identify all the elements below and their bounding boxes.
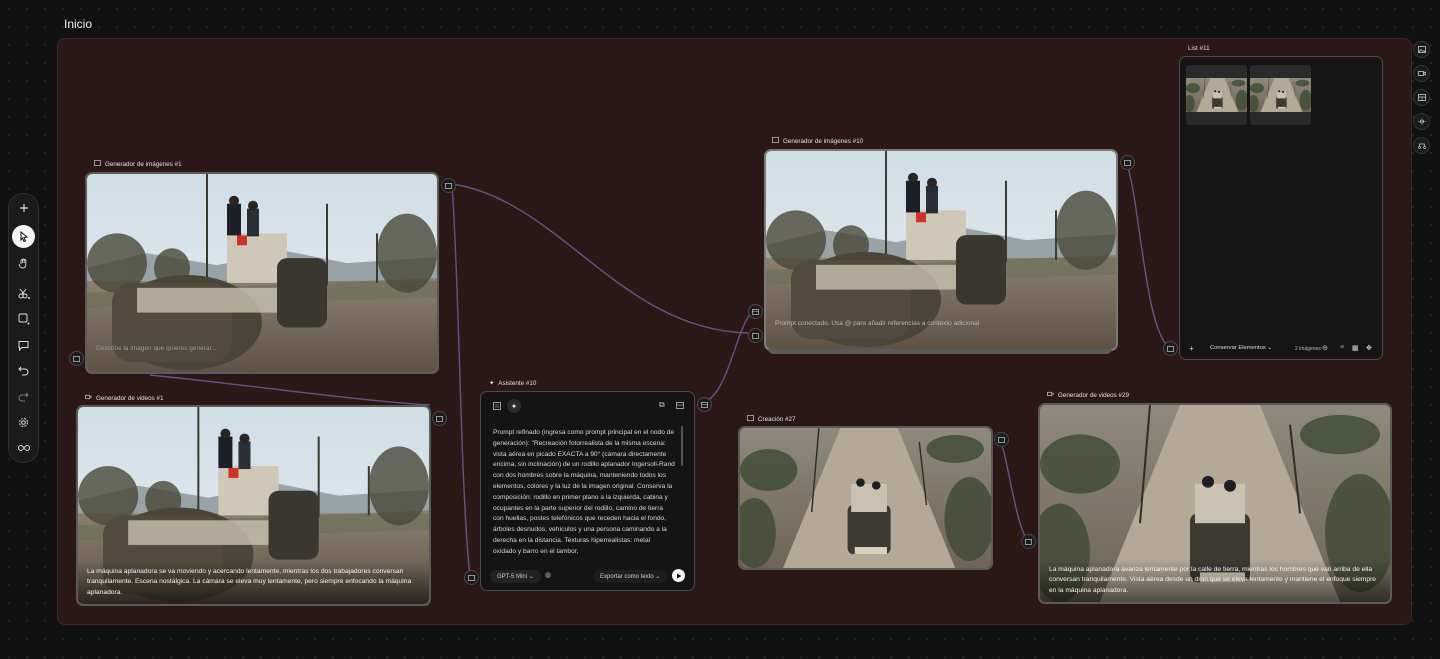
sparkle-icon: ✦ <box>489 380 495 387</box>
prompt-input[interactable]: Describe la imagen que quieres generar..… <box>96 345 217 352</box>
keep-elements-select[interactable]: Conservar Elementos ⌄ <box>1210 345 1272 351</box>
sparkle-icon[interactable]: ✦ <box>507 399 521 413</box>
list-thumbnail[interactable] <box>1250 65 1311 125</box>
plus-icon[interactable] <box>11 197 36 219</box>
creation-node-27[interactable] <box>738 426 993 570</box>
scissors-icon[interactable] <box>11 282 36 304</box>
assistant-bottom-bar: GPT-5 Mini ⌄ ◍ Exportar como texto ⌄ <box>481 566 694 590</box>
node-footer <box>768 349 1112 354</box>
connector-img1-img10 <box>451 183 749 334</box>
output-port-layout-icon[interactable] <box>697 397 712 412</box>
connector-img10-list <box>1125 160 1170 348</box>
output-port-image-icon[interactable] <box>441 178 456 193</box>
video-prompt-text[interactable]: La máquina aplanadora avanza lentamente … <box>1040 558 1390 602</box>
node-label-img10: Generador de imágenes #10 <box>772 137 863 145</box>
layout-icon[interactable] <box>1413 89 1430 106</box>
chevron-down-icon: ⌄ <box>655 574 661 580</box>
audio-icon[interactable] <box>1413 113 1430 130</box>
image-icon[interactable] <box>1413 41 1430 58</box>
globe-icon[interactable]: ◍ <box>545 571 551 579</box>
image-icon <box>772 137 779 145</box>
add-item-icon[interactable]: + <box>1189 344 1194 353</box>
scrollbar[interactable] <box>681 426 683 466</box>
generated-image <box>87 174 437 372</box>
connector-img1-vid1 <box>451 183 471 578</box>
video-icon <box>1047 391 1054 399</box>
video-generator-node-1[interactable]: La máquina aplanadora se va moviendo y a… <box>76 405 431 606</box>
list-node-11[interactable]: + Conservar Elementos ⌄ 2 imágenes ⊖ ≡ ▦… <box>1179 56 1383 360</box>
output-port-image-icon[interactable] <box>1120 155 1135 170</box>
image-count: 2 imágenes <box>1295 346 1321 352</box>
send-button[interactable] <box>672 569 685 582</box>
input-port-image-icon[interactable] <box>748 328 763 343</box>
copy-icon[interactable]: ⧉ <box>659 400 665 410</box>
undo-icon[interactable] <box>11 359 36 381</box>
image-icon <box>747 415 754 423</box>
minus-circle-icon[interactable]: ⊖ <box>1322 344 1328 352</box>
video-icon <box>85 394 92 402</box>
list-view-icon[interactable]: ≡ <box>1340 344 1344 351</box>
input-port-image-icon[interactable] <box>464 570 479 585</box>
node-label-vid29: Generador de videos #29 <box>1047 391 1129 399</box>
shape-icon[interactable] <box>11 308 36 330</box>
assistant-response-text: Prompt refinado (ingresa como prompt pri… <box>493 429 675 555</box>
connector-assistant-img10 <box>703 311 753 404</box>
connector-vid1-img1 <box>149 374 431 406</box>
play-icon <box>676 573 681 578</box>
video-generator-node-29[interactable]: La máquina aplanadora avanza lentamente … <box>1038 403 1392 604</box>
list-thumbnail[interactable] <box>1186 65 1247 125</box>
node-label-vid1: Generador de videos #1 <box>85 394 164 402</box>
video-icon[interactable] <box>1413 65 1430 82</box>
infinity-icon[interactable] <box>11 437 36 459</box>
node-label-list: List #11 <box>1188 45 1210 52</box>
workflow-icon[interactable] <box>1413 137 1430 154</box>
gear-icon[interactable] <box>11 411 36 433</box>
image-generator-node-1[interactable]: Describe la imagen que quieres generar..… <box>85 172 439 374</box>
node-label-creation27: Creación #27 <box>747 415 795 423</box>
export-select[interactable]: Exportar como texto ⌄ <box>593 570 668 583</box>
node-label-img1: Generador de imágenes #1 <box>94 160 182 168</box>
assistant-node[interactable]: ✦ ⧉ Prompt refinado (ingresa como prompt… <box>480 391 695 591</box>
layout-icon[interactable] <box>675 400 685 410</box>
connector-creation-vid29 <box>999 437 1028 541</box>
output-port-image-icon[interactable] <box>994 432 1009 447</box>
node-label-assistant: ✦ Asistente #10 <box>489 380 537 387</box>
generated-image <box>740 428 991 568</box>
image-icon <box>94 160 101 168</box>
image-generator-node-10[interactable]: Prompt conectado. Usa @ para añadir refe… <box>764 149 1118 351</box>
left-toolbar <box>8 193 39 463</box>
document-icon[interactable] <box>491 400 503 412</box>
video-prompt-text[interactable]: La máquina aplanadora se va moviendo y a… <box>78 560 429 604</box>
prompt-input[interactable]: Prompt conectado. Usa @ para añadir refe… <box>775 320 979 327</box>
output-port-image-icon[interactable] <box>432 411 447 426</box>
grid-view-icon[interactable]: ▦ <box>1352 344 1359 352</box>
hand-icon[interactable] <box>11 252 36 274</box>
settings-icon[interactable]: ✥ <box>1366 344 1372 352</box>
input-port-image-icon[interactable] <box>1021 534 1036 549</box>
pointer-icon[interactable] <box>12 225 35 248</box>
redo-icon[interactable] <box>11 385 36 407</box>
model-select[interactable]: GPT-5 Mini ⌄ <box>490 570 541 583</box>
input-port-layout-icon[interactable] <box>748 304 763 319</box>
list-bottom-bar: + Conservar Elementos ⌄ 2 imágenes ⊖ ≡ ▦… <box>1180 339 1382 359</box>
input-port-image-icon[interactable] <box>69 351 84 366</box>
chevron-down-icon: ⌄ <box>1267 345 1273 351</box>
input-port-image-icon[interactable] <box>1163 341 1178 356</box>
comment-icon[interactable] <box>11 334 36 356</box>
chevron-down-icon: ⌄ <box>528 574 534 580</box>
